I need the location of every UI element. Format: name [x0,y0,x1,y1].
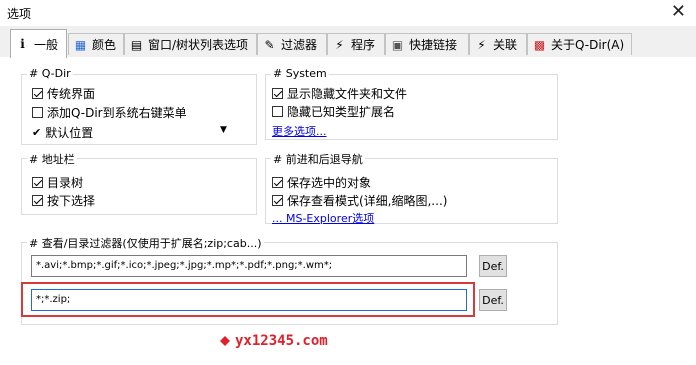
filter-extensions-input[interactable]: *.avi;*.bmp;*.gif;*.ico;*.jpeg;*.jpg;*.m… [31,255,467,277]
link-icon: ⚡ [477,37,486,52]
directory-tree-checkbox[interactable]: 目录树 [32,174,83,191]
system-group: # System 显示隐藏文件夹和文件 隐藏已知类型扩展名 更多选项... [265,67,558,140]
checkbox-label: 显示隐藏文件夹和文件 [287,87,408,101]
tab-filter[interactable]: ✎ 过滤器 [257,33,327,55]
tab-bar: i 一般 ▦ 颜色 ▤ 窗口/树状列表选项 ✎ 过滤器 ⚡ 程序 ▣ 快捷链接 … [0,26,696,58]
info-icon: i [20,37,25,51]
shortcut-icon: ▣ [391,37,404,52]
tab-about[interactable]: ▩ 关于Q-Dir(A) [527,33,632,55]
tab-label: 关联 [493,38,518,52]
default-position-menu[interactable]: ✔ 默认位置 ▼ [32,124,242,141]
checkbox-label: 添加Q-Dir到系统右键菜单 [47,106,187,120]
qdir-group-label: # Q-Dir [27,67,73,80]
more-options-link[interactable]: 更多选项... [272,123,327,139]
navigation-group: # 前进和后退导航 保存选中的对象 保存查看模式(详细,缩略图,...) ...… [265,151,558,226]
default-position-label: 默认位置 [45,126,94,140]
filter-icon: ✎ [264,37,275,52]
save-view-mode-checkbox[interactable]: 保存查看模式(详细,缩略图,...) [272,192,447,209]
system-group-label: # System [271,67,329,80]
qdir-group: # Q-Dir 传统界面 添加Q-Dir到系统右键菜单 ✔ 默认位置 ▼ [21,67,257,145]
ms-explorer-options-link[interactable]: ... MS-Explorer选项 [272,210,374,226]
checkbox-label: 传统界面 [47,87,96,101]
classic-ui-checkbox[interactable]: 传统界面 [32,85,95,102]
highlight-box [21,282,475,317]
tab-window-tree[interactable]: ▤ 窗口/树状列表选项 [124,33,257,55]
chevron-down-icon[interactable]: ▼ [220,125,227,135]
navigation-group-label: # 前进和后退导航 [271,151,365,167]
checkbox-box[interactable] [32,88,43,99]
window-title: 选项 [7,7,32,21]
tab-shortcuts[interactable]: ▣ 快捷链接 [385,33,469,55]
tab-label: 窗口/树状列表选项 [148,38,249,52]
tab-label: 快捷链接 [409,38,458,52]
show-hidden-checkbox[interactable]: 显示隐藏文件夹和文件 [272,85,407,102]
checkbox-box[interactable] [272,195,283,206]
watermark-text: yx12345.com [235,333,328,349]
checkbox-box[interactable] [272,177,283,188]
tab-label: 一般 [34,37,59,52]
save-selected-checkbox[interactable]: 保存选中的对象 [272,174,371,191]
checkbox-box[interactable] [272,106,283,117]
tab-general[interactable]: i 一般 [10,29,67,58]
check-icon: ✔ [32,126,42,139]
tab-content-general: # Q-Dir 传统界面 添加Q-Dir到系统右键菜单 ✔ 默认位置 ▼ # S… [0,57,696,365]
hide-extensions-checkbox[interactable]: 隐藏已知类型扩展名 [272,103,395,120]
tab-associations[interactable]: ⚡ 关联 [469,33,527,55]
title-bar: 选项 ✕ [0,0,696,26]
filter-group-label: # 查看/目录过滤器(仅使用于扩展名;zip;cab...) [27,235,264,251]
checkbox-box[interactable] [32,177,43,188]
close-icon[interactable]: ✕ [671,1,686,23]
checkbox-label: 隐藏已知类型扩展名 [287,105,396,119]
checkbox-box[interactable] [32,195,43,206]
watermark-logo-icon [220,336,230,346]
checkbox-box[interactable] [32,107,43,118]
address-bar-group: # 地址栏 目录树 按下选择 [21,151,257,215]
tab-label: 颜色 [92,38,117,52]
window-icon: ▤ [130,37,143,52]
tab-label: 程序 [351,38,376,52]
press-select-checkbox[interactable]: 按下选择 [32,192,95,209]
tab-label: 关于Q-Dir(A) [551,38,625,52]
address-bar-group-label: # 地址栏 [27,151,77,167]
checkbox-label: 保存选中的对象 [287,176,372,190]
checkbox-label: 目录树 [47,176,84,190]
add-context-menu-checkbox[interactable]: 添加Q-Dir到系统右键菜单 [32,104,187,121]
tab-programs[interactable]: ⚡ 程序 [327,33,385,55]
about-icon: ▩ [533,37,546,52]
default-filter-button[interactable]: Def. [479,255,507,277]
palette-icon: ▦ [74,37,87,52]
checkbox-label: 按下选择 [47,194,96,208]
checkbox-box[interactable] [272,88,283,99]
program-icon: ⚡ [335,37,344,52]
tab-label: 过滤器 [281,38,318,52]
tab-colors[interactable]: ▦ 颜色 [68,33,124,55]
checkbox-label: 保存查看模式(详细,缩略图,...) [287,194,448,208]
default-dir-filter-button[interactable]: Def. [479,289,507,311]
